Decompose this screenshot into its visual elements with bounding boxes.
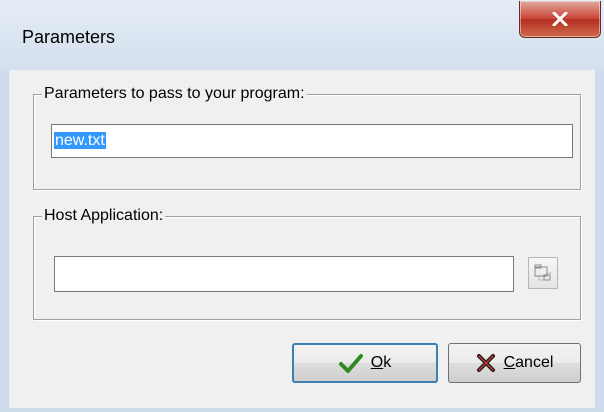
dialog-window: Parameters Parameters to pass to your pr… [0, 0, 604, 412]
title-bar[interactable]: Parameters [0, 0, 604, 70]
window-title: Parameters [22, 27, 116, 47]
host-input[interactable] [54, 256, 514, 292]
host-group-label: Host Application: [42, 206, 166, 226]
checkmark-icon [338, 354, 363, 373]
x-cross-icon [476, 354, 495, 372]
params-input[interactable]: new.txt [51, 124, 573, 158]
cancel-label: Cancel [503, 354, 554, 371]
ok-button[interactable]: Ok [292, 343, 438, 383]
folder-browse-icon [534, 264, 551, 281]
dialog-body: Parameters to pass to your program: new.… [9, 70, 595, 408]
browse-button[interactable] [528, 257, 558, 289]
params-input-value: new.txt [54, 132, 106, 149]
ok-label: Ok [370, 354, 392, 371]
close-icon [552, 12, 568, 26]
params-group-label: Parameters to pass to your program: [42, 84, 307, 104]
close-button[interactable] [519, 1, 601, 38]
cancel-button[interactable]: Cancel [448, 343, 581, 383]
